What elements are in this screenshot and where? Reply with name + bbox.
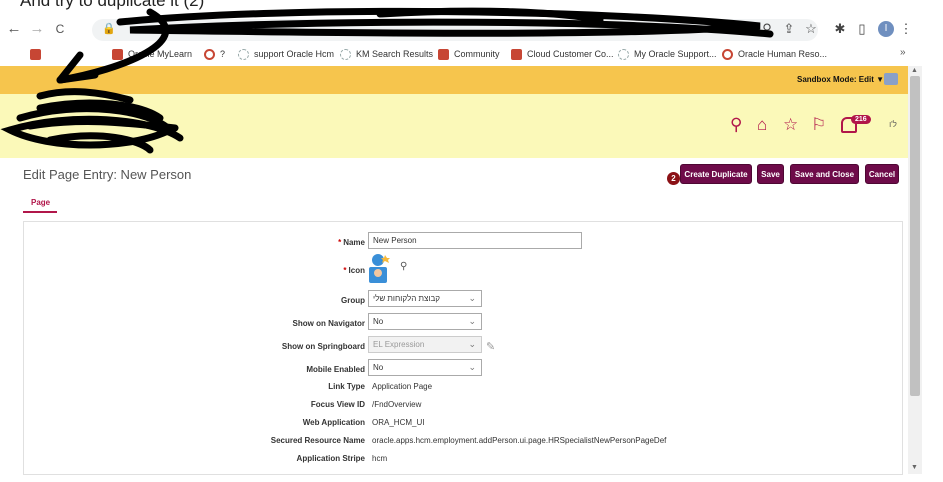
save-and-close-button[interactable]: Save and Close: [790, 164, 859, 184]
name-input[interactable]: New Person: [368, 232, 582, 249]
application-stripe-value: hcm: [372, 454, 388, 463]
web-application-value: ORA_HCM_UI: [372, 418, 425, 427]
group-label: Group: [341, 296, 365, 305]
mobile-enabled-label: Mobile Enabled: [306, 365, 365, 374]
screenshot-root: And try to duplicate it (2) ← → C 🔒 ⚲ ⇪ …: [0, 0, 943, 482]
icon-label-text: Icon: [348, 266, 365, 275]
edit-pencil-icon[interactable]: ✎: [486, 340, 495, 353]
secured-resource-name-value: oracle.apps.hcm.employment.addPerson.ui.…: [372, 436, 667, 445]
save-button[interactable]: Save: [757, 164, 784, 184]
group-select[interactable]: קבוצת הלקוחות שלי ⌄: [368, 290, 482, 307]
active-tab-indicator: [23, 211, 57, 213]
name-label-text: Name: [343, 238, 365, 247]
focus-view-id-value: /FndOverview: [372, 400, 422, 409]
mobile-enabled-value: No: [373, 363, 384, 372]
link-type-value: Application Page: [372, 382, 433, 391]
page-title: Edit Page Entry: New Person: [23, 167, 192, 182]
focus-view-id-label: Focus View ID: [310, 400, 365, 409]
show-on-navigator-label: Show on Navigator: [292, 319, 365, 328]
vertical-scrollbar[interactable]: ▲ ▼: [908, 66, 922, 474]
show-on-navigator-value: No: [373, 317, 384, 326]
icon-label: * Icon: [343, 266, 365, 275]
create-duplicate-button[interactable]: Create Duplicate: [680, 164, 752, 184]
link-type-label: Link Type: [328, 382, 365, 391]
chevron-down-icon: ⌄: [468, 339, 476, 349]
show-on-springboard-value: EL Expression: [373, 340, 425, 349]
show-on-springboard-label: Show on Springboard: [281, 342, 365, 351]
web-application-label: Web Application: [302, 418, 365, 427]
scroll-up-icon[interactable]: ▲: [911, 67, 918, 74]
name-label: * Name: [338, 238, 365, 247]
application-stripe-label: Application Stripe: [296, 454, 365, 463]
scroll-down-icon[interactable]: ▼: [911, 464, 918, 471]
show-on-springboard-select: EL Expression ⌄: [368, 336, 482, 353]
cancel-button[interactable]: Cancel: [865, 164, 899, 184]
scrollbar-thumb[interactable]: [910, 76, 920, 396]
person-icon[interactable]: [369, 253, 391, 283]
show-on-navigator-select[interactable]: No ⌄: [368, 313, 482, 330]
chevron-down-icon: ⌄: [468, 362, 476, 372]
step-number-badge: 2: [667, 172, 680, 185]
chevron-down-icon: ⌄: [468, 293, 476, 303]
mobile-enabled-select[interactable]: No ⌄: [368, 359, 482, 376]
icon-search-icon[interactable]: ⚲: [400, 261, 407, 272]
group-value: קבוצת הלקוחות שלי: [373, 294, 440, 303]
tab-page[interactable]: Page: [31, 198, 50, 207]
secured-resource-name-label: Secured Resource Name: [270, 436, 365, 445]
chevron-down-icon: ⌄: [468, 316, 476, 326]
